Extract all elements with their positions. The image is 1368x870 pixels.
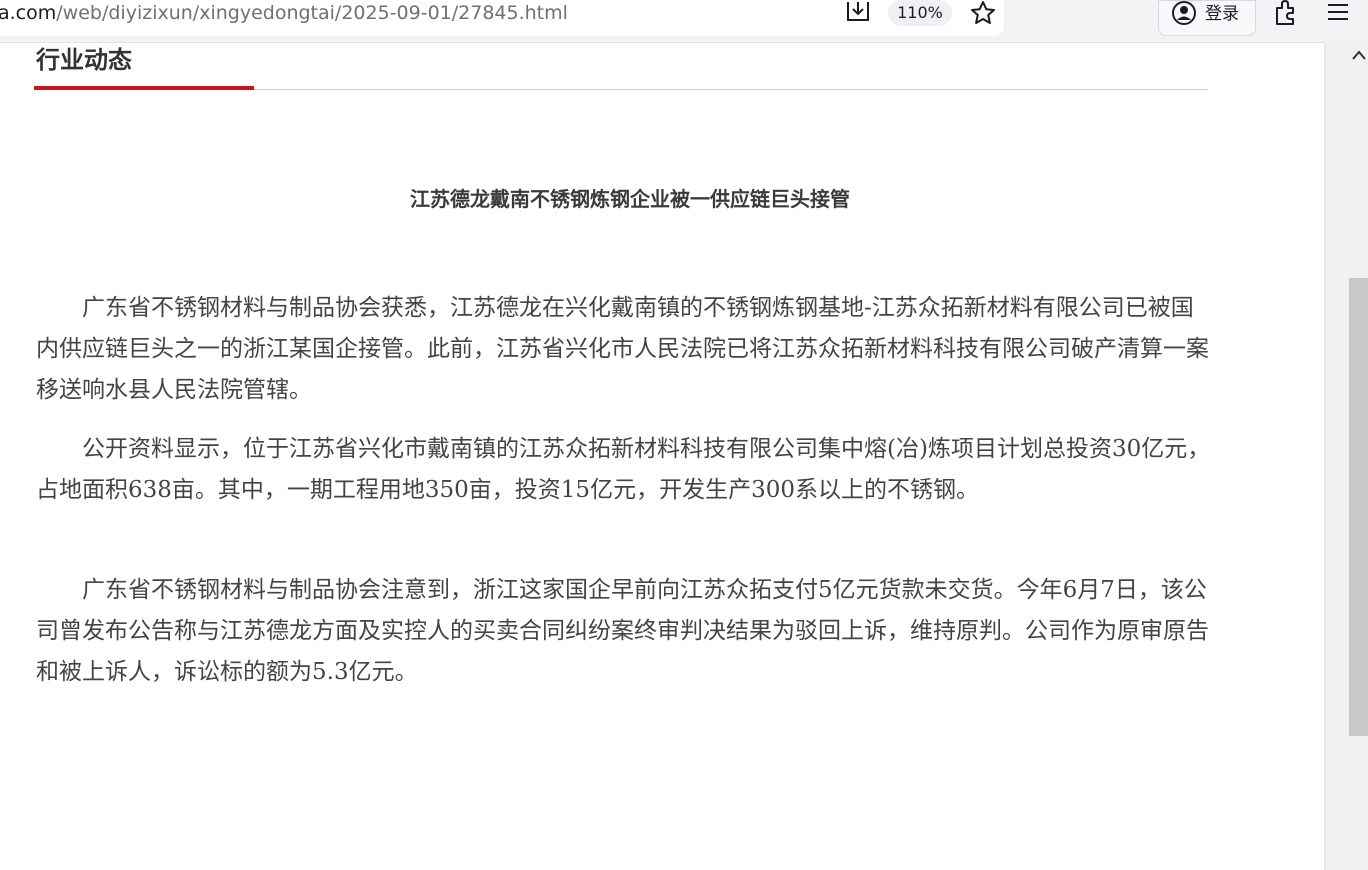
download-icon[interactable] xyxy=(845,0,871,24)
scroll-up-arrow-icon[interactable] xyxy=(1352,48,1366,62)
article-paragraph-2: 公开资料显示，位于江苏省兴化市戴南镇的江苏众拓新材料科技有限公司集中熔(冶)炼项… xyxy=(36,436,1211,503)
article-paragraph-1: 广东省不锈钢材料与制品协会获悉，江苏德龙在兴化戴南镇的不锈钢炼钢基地-江苏众拓新… xyxy=(36,295,1209,403)
menu-icon[interactable] xyxy=(1327,2,1349,22)
article-title: 江苏德龙戴南不锈钢炼钢企业被一供应链巨头接管 xyxy=(410,187,850,211)
article-paragraph-3: 广东省不锈钢材料与制品协会注意到，浙江这家国企早前向江苏众拓支付5亿元货款未交货… xyxy=(36,577,1209,685)
account-icon xyxy=(1172,1,1196,25)
scrollbar-thumb[interactable] xyxy=(1349,278,1368,736)
browser-toolbar: a.com/web/diyizixun/xingyedongtai/2025-0… xyxy=(0,0,1368,43)
login-label: 登录 xyxy=(1205,4,1239,24)
extensions-icon[interactable] xyxy=(1273,0,1299,26)
url-host: a.com xyxy=(0,2,57,24)
url-path: /web/diyizixun/xingyedongtai/2025-09-01/… xyxy=(56,2,568,24)
section-accent-bar xyxy=(34,86,254,90)
bookmark-star-icon[interactable] xyxy=(969,0,997,26)
login-button[interactable]: 登录 xyxy=(1158,0,1256,36)
zoom-level-button[interactable]: 110% xyxy=(888,0,952,26)
section-title: 行业动态 xyxy=(36,46,132,74)
url-text[interactable]: a.com/web/diyizixun/xingyedongtai/2025-0… xyxy=(0,0,568,28)
